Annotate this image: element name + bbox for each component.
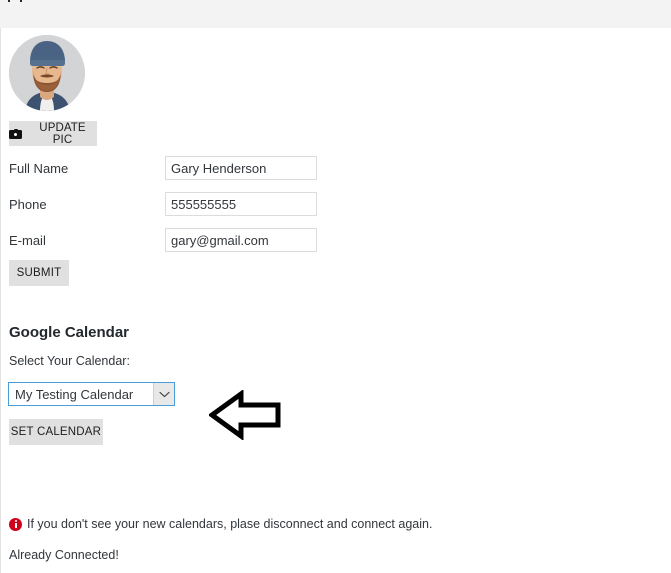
select-calendar-label: Select Your Calendar: (9, 354, 130, 368)
set-calendar-button[interactable]: SET CALENDAR (9, 419, 103, 445)
calendar-select[interactable]: My Testing Calendar (8, 382, 175, 406)
connection-status: Already Connected! (9, 548, 119, 562)
page-header-band: Details (0, 0, 671, 28)
update-pic-label: UPDATE PIC (39, 121, 86, 146)
update-pic-button[interactable]: UPDATE PIC (9, 121, 97, 146)
phone-label: Phone (9, 197, 47, 212)
avatar (9, 35, 85, 111)
notice-text: If you don't see your new calendars, pla… (27, 517, 433, 531)
email-label: E-mail (9, 233, 46, 248)
email-input[interactable] (165, 228, 317, 252)
google-calendar-heading: Google Calendar (9, 324, 130, 342)
phone-input[interactable] (165, 192, 317, 216)
page-title: Details (24, 0, 73, 2)
full-name-label: Full Name (9, 161, 69, 176)
info-icon (9, 518, 22, 531)
notice-row: If you don't see your new calendars, pla… (9, 517, 432, 532)
camera-icon (9, 128, 22, 139)
submit-button[interactable]: SUBMIT (9, 260, 69, 286)
page-title-container: Details (8, 0, 73, 2)
left-arrow-annotation-icon (209, 390, 281, 440)
profile-details-page: Details (0, 0, 671, 573)
details-panel: UPDATE PIC Full Name Phone E-mail SUBMIT… (0, 28, 671, 573)
full-name-input[interactable] (165, 156, 317, 180)
list-icon (8, 0, 22, 2)
